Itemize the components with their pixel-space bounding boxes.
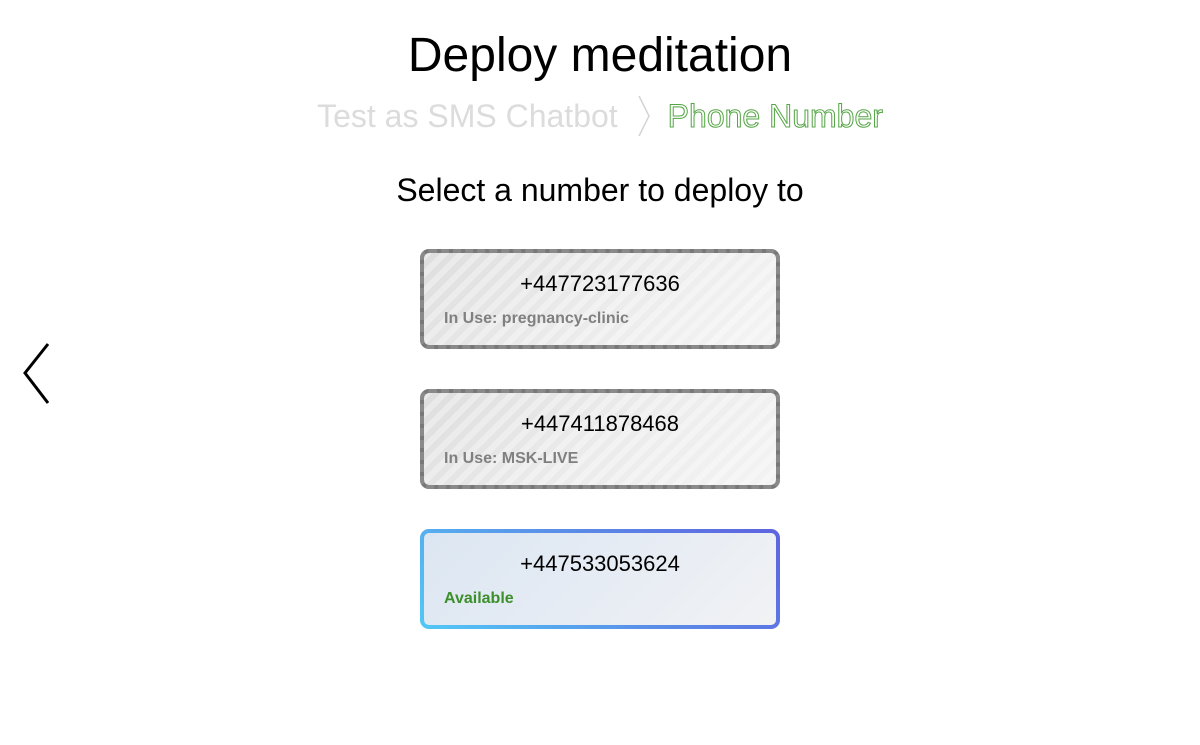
phone-number: +447723177636	[520, 271, 680, 296]
breadcrumb: Test as SMS Chatbot Phone Number	[0, 94, 1200, 138]
deploy-page: Deploy meditation Test as SMS Chatbot Ph…	[0, 0, 1200, 745]
number-status: In Use: pregnancy-clinic	[444, 310, 629, 327]
number-card[interactable]: +447411878468 In Use: MSK-LIVE	[420, 389, 780, 489]
number-status: Available	[444, 590, 514, 607]
section-heading: Select a number to deploy to	[396, 172, 804, 208]
breadcrumb-step-sms-chatbot[interactable]: Test as SMS Chatbot	[317, 98, 618, 135]
number-card[interactable]: +447723177636 In Use: pregnancy-clinic	[420, 249, 780, 349]
phone-number: +447411878468	[520, 411, 680, 436]
number-card-available[interactable]: +447533053624 Available	[420, 529, 780, 629]
chevron-right-icon	[638, 95, 650, 137]
back-chevron-left-icon[interactable]	[22, 343, 52, 405]
breadcrumb-step-phone-number: Phone Number	[667, 97, 883, 134]
page-title: Deploy meditation	[407, 29, 793, 82]
phone-number: +447533053624	[520, 551, 680, 576]
number-status: In Use: MSK-LIVE	[444, 450, 579, 467]
